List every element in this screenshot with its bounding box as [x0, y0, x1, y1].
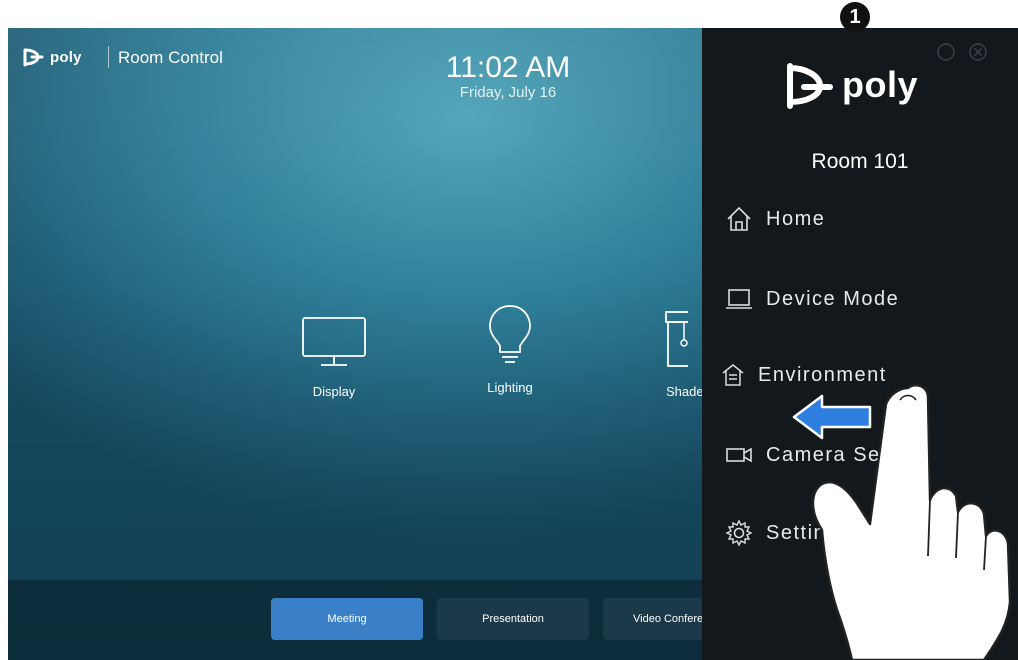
poly-mark-icon	[787, 63, 833, 109]
menu-item-label: Device Mode	[766, 287, 900, 310]
menu-item-label: Home	[766, 207, 826, 230]
lightbulb-icon	[450, 296, 570, 366]
display-tile[interactable]: Display	[274, 300, 394, 399]
panel-corner-icons	[936, 42, 988, 62]
display-label: Display	[312, 384, 356, 399]
poly-mark-icon	[23, 48, 44, 67]
environment-icon	[722, 364, 744, 386]
pointing-hand-icon	[811, 384, 1012, 660]
top-bar: poly Room Control 11:02 AM Friday, July …	[8, 28, 708, 102]
mode-meeting-button[interactable]: Meeting	[271, 598, 423, 640]
poly-logo-small: poly	[22, 46, 82, 68]
close-icon[interactable]	[968, 42, 988, 62]
lighting-label: Lighting	[487, 380, 533, 395]
app-title: Room Control	[118, 48, 223, 67]
gear-icon	[725, 519, 753, 547]
title-divider	[108, 46, 109, 68]
poly-logo-large: poly	[784, 60, 918, 110]
clock-time: 11:02 AM	[445, 51, 571, 84]
brand-text: poly	[50, 48, 82, 66]
help-icon[interactable]	[936, 42, 956, 62]
panel-brand-text: poly	[842, 64, 919, 105]
camera-icon	[726, 447, 752, 463]
menu-item-device-mode[interactable]: Device Mode	[724, 284, 899, 314]
room-name: Room 101	[811, 150, 909, 173]
step-badge: 1	[840, 2, 870, 32]
mode-presentation-button[interactable]: Presentation	[437, 598, 589, 640]
clock-date: Friday, July 16	[459, 84, 557, 101]
lighting-tile[interactable]: Lighting	[450, 296, 570, 395]
display-icon	[274, 300, 394, 370]
menu-item-home[interactable]: Home	[724, 204, 825, 234]
home-icon	[727, 206, 751, 231]
clock: 11:02 AM Friday, July 16	[388, 51, 628, 102]
laptop-icon	[726, 289, 752, 309]
